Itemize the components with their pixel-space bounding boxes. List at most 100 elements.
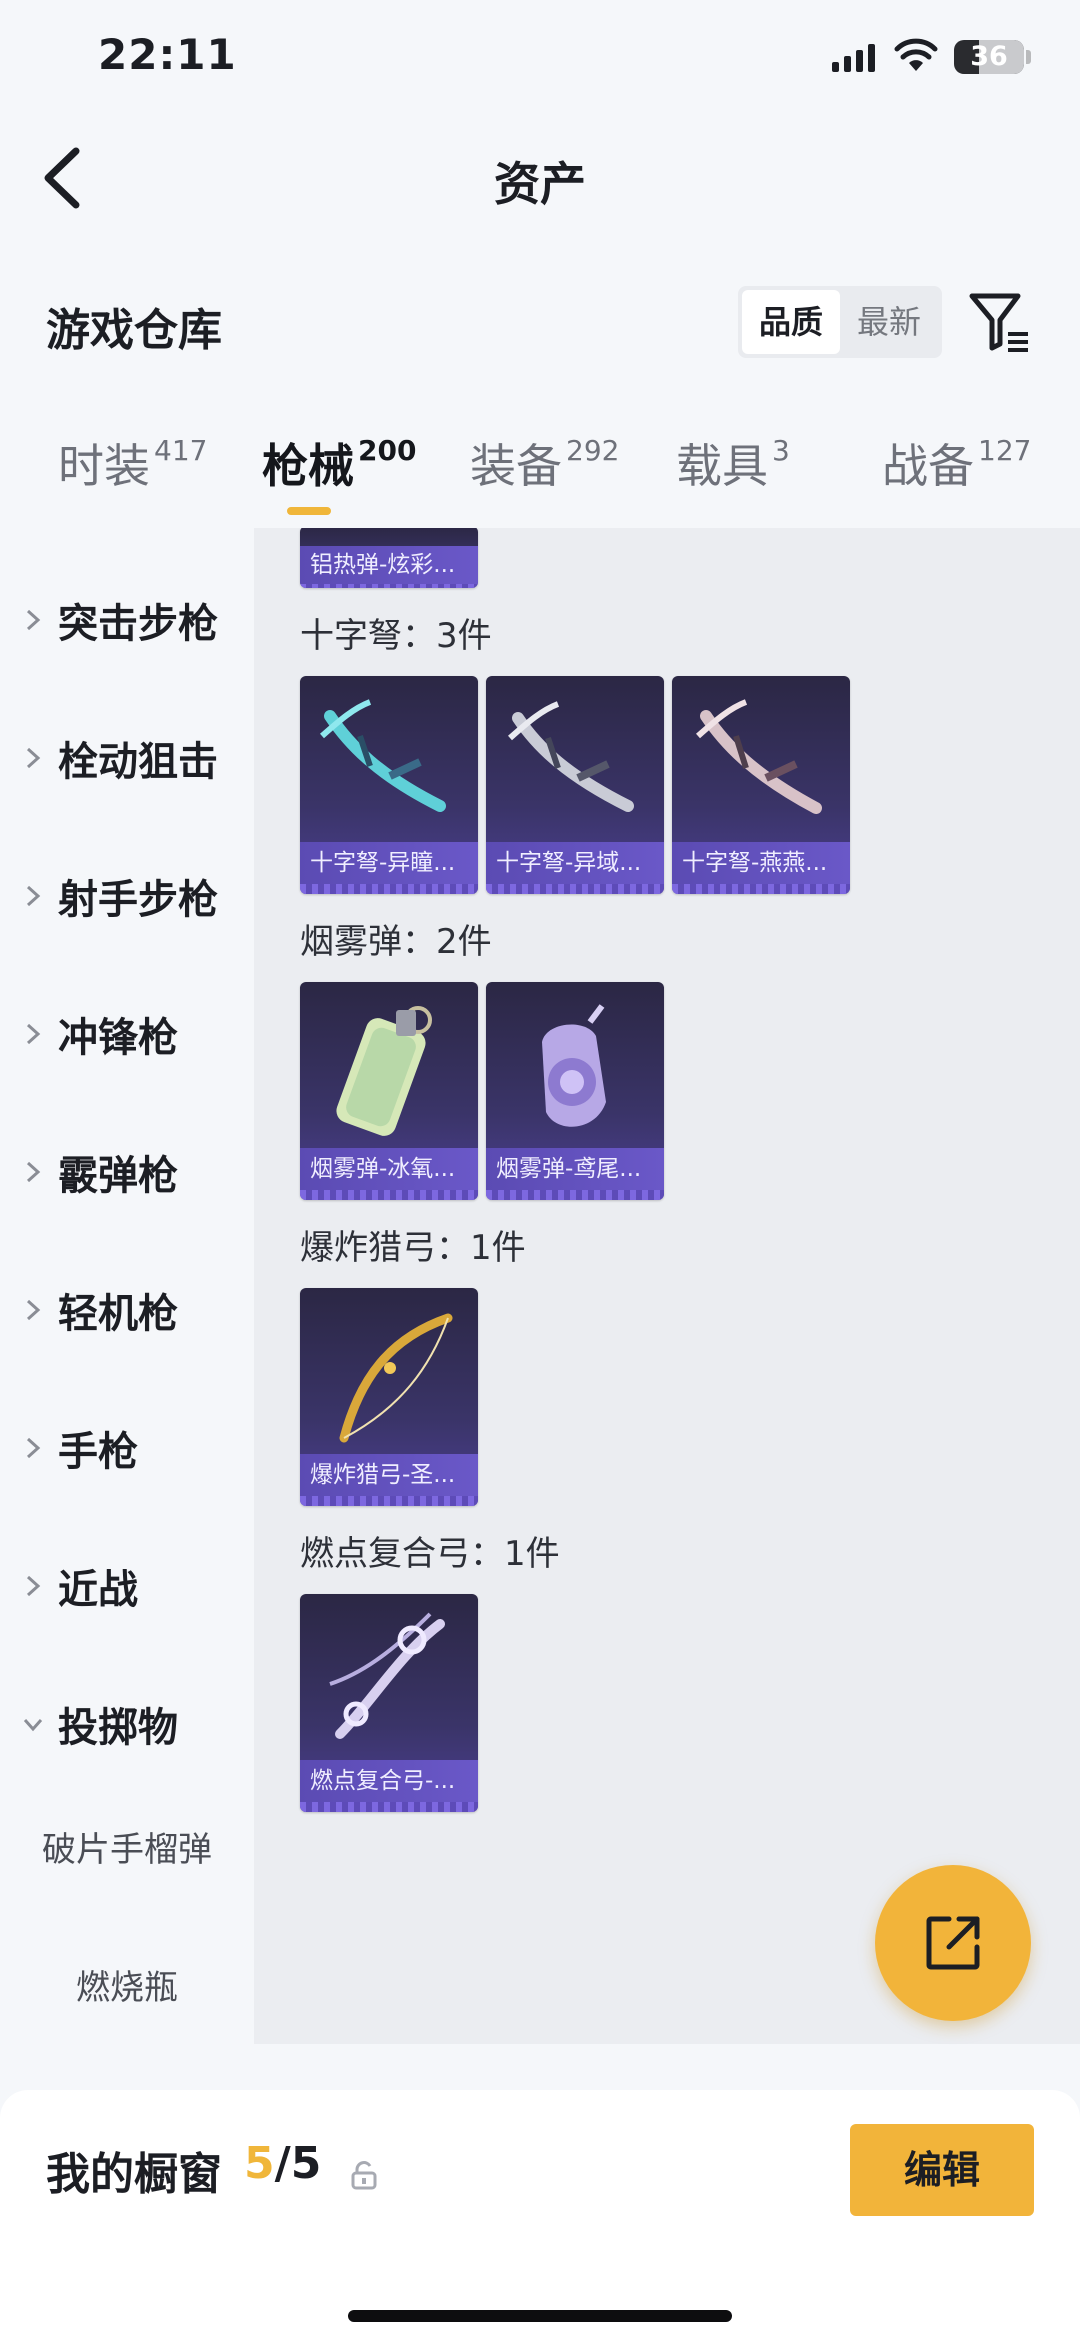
tab-equipment[interactable]: 装备 292 bbox=[470, 430, 619, 496]
item-card[interactable]: 烟雾弹-鸢尾... bbox=[486, 982, 664, 1200]
sidebar-subitem-frag-grenade[interactable]: 破片手榴弹 bbox=[0, 1822, 254, 1871]
battery-cap bbox=[1026, 50, 1031, 64]
tab-fashion[interactable]: 时装 417 bbox=[58, 430, 207, 496]
tab-count: 417 bbox=[154, 434, 208, 467]
crossbow-teal-art bbox=[320, 699, 446, 812]
sidebar-item-marksman-rifle[interactable]: 射手步枪 bbox=[0, 856, 254, 936]
sidebar-item-label: 突击步枪 bbox=[58, 601, 218, 647]
sidebar-item-label: 轻机枪 bbox=[58, 1291, 178, 1337]
sidebar-item-throwables[interactable]: 投掷物 bbox=[0, 1684, 254, 1764]
chevron-right-icon bbox=[26, 1299, 41, 1321]
share-icon bbox=[926, 1916, 980, 1970]
sidebar-item-label: 射手步枪 bbox=[58, 877, 218, 923]
lock-icon bbox=[351, 2161, 377, 2190]
tab-label: 载具 bbox=[676, 439, 768, 493]
showcase-bar: 我的橱窗 5/5 编辑 bbox=[0, 2090, 1080, 2339]
share-button[interactable] bbox=[875, 1865, 1031, 2021]
item-card-name: 十字弩-异瞳... bbox=[300, 842, 478, 884]
tab-label: 时装 bbox=[58, 439, 150, 493]
battery-icon: 36 bbox=[954, 40, 1024, 74]
chevron-right-icon bbox=[26, 747, 41, 769]
showcase-current: 5 bbox=[244, 2138, 275, 2189]
section-label-compound-bow: 燃点复合弓：1件 bbox=[300, 1534, 560, 1574]
item-card[interactable]: 燃点复合弓-... bbox=[300, 1594, 478, 1812]
crossbow-rose-art bbox=[696, 699, 822, 814]
showcase-total: /5 bbox=[274, 2138, 322, 2189]
sort-newest-option[interactable]: 最新 bbox=[840, 290, 938, 354]
rarity-strip bbox=[300, 884, 478, 894]
sidebar-item-shotgun[interactable]: 霰弹枪 bbox=[0, 1132, 254, 1212]
chevron-right-icon bbox=[26, 1023, 41, 1045]
rarity-strip bbox=[672, 884, 850, 894]
sidebar-item-smg[interactable]: 冲锋枪 bbox=[0, 994, 254, 1074]
crossbow-silver-art bbox=[508, 701, 634, 812]
wifi-icon bbox=[894, 38, 938, 71]
sort-quality-option[interactable]: 品质 bbox=[742, 290, 840, 354]
sidebar-item-label: 投掷物 bbox=[58, 1705, 178, 1751]
chevron-right-icon bbox=[26, 1161, 41, 1183]
tab-label: 装备 bbox=[470, 439, 562, 493]
edit-button[interactable]: 编辑 bbox=[850, 2124, 1034, 2216]
item-card-name: 烟雾弹-冰氧... bbox=[300, 1148, 478, 1190]
sort-toggle: 品质 最新 bbox=[738, 286, 942, 358]
sidebar-item-melee[interactable]: 近战 bbox=[0, 1546, 254, 1626]
item-card-name: 烟雾弹-鸢尾... bbox=[486, 1148, 664, 1190]
status-time: 22:11 bbox=[98, 30, 237, 79]
showcase-title: 我的橱窗 bbox=[46, 2149, 222, 2200]
rarity-strip bbox=[300, 1802, 478, 1812]
rarity-strip bbox=[486, 884, 664, 894]
tab-vehicles[interactable]: 载具 3 bbox=[676, 430, 790, 496]
sidebar-item-label: 栓动狙击 bbox=[58, 739, 218, 785]
tab-label: 战备 bbox=[882, 439, 974, 493]
item-card[interactable]: 十字弩-异瞳... bbox=[300, 676, 478, 894]
bow-gold-art bbox=[339, 1313, 453, 1443]
item-card-name: 爆炸猎弓-圣... bbox=[300, 1454, 478, 1496]
battery-level: 36 bbox=[970, 41, 1008, 72]
rarity-strip bbox=[300, 584, 478, 588]
sidebar-item-label: 手枪 bbox=[58, 1429, 138, 1475]
sidebar-item-lmg[interactable]: 轻机枪 bbox=[0, 1270, 254, 1350]
sidebar-subitem-molotov[interactable]: 燃烧瓶 bbox=[0, 1960, 254, 2009]
rarity-strip bbox=[300, 1496, 478, 1506]
page-title: 资产 bbox=[494, 157, 586, 211]
item-card[interactable]: 爆炸猎弓-圣... bbox=[300, 1288, 478, 1506]
item-grid-panel: 铝热弹-炫彩... 十字弩：3件 十字弩-异瞳... 十字弩-异域... 十字弩… bbox=[254, 528, 1080, 2044]
tab-count: 127 bbox=[978, 434, 1032, 467]
item-card-name: 十字弩-燕燕... bbox=[672, 842, 850, 884]
active-tab-indicator bbox=[287, 507, 331, 515]
sidebar-item-assault-rifle[interactable]: 突击步枪 bbox=[0, 580, 254, 660]
section-label-crossbow: 十字弩：3件 bbox=[300, 616, 492, 656]
chevron-right-icon bbox=[26, 1437, 41, 1459]
item-card[interactable]: 烟雾弹-冰氧... bbox=[300, 982, 478, 1200]
warehouse-title: 游戏仓库 bbox=[46, 305, 222, 356]
sidebar-item-pistol[interactable]: 手枪 bbox=[0, 1408, 254, 1488]
chevron-right-icon bbox=[26, 609, 41, 631]
tab-count: 3 bbox=[772, 434, 790, 467]
item-card-thermite[interactable]: 铝热弹-炫彩... bbox=[300, 528, 478, 588]
sidebar-item-label: 近战 bbox=[58, 1567, 138, 1613]
sidebar-item-label: 霰弹枪 bbox=[58, 1153, 178, 1199]
section-label-smoke: 烟雾弹：2件 bbox=[300, 922, 492, 962]
tab-combat-supplies[interactable]: 战备 127 bbox=[882, 430, 1031, 496]
item-card-name: 燃点复合弓-... bbox=[300, 1760, 478, 1802]
smoke-grenade-mint-art bbox=[336, 1006, 432, 1136]
item-card-name: 十字弩-异域... bbox=[486, 842, 664, 884]
rarity-strip bbox=[486, 1190, 664, 1200]
item-card-name: 铝热弹-炫彩... bbox=[300, 546, 478, 584]
item-card[interactable]: 十字弩-异域... bbox=[486, 676, 664, 894]
category-tabs: 时装 417 枪械 200 装备 292 载具 3 战备 127 bbox=[0, 430, 1080, 520]
compound-bow-lilac-art bbox=[329, 1612, 445, 1739]
chevron-down-icon bbox=[23, 1719, 43, 1732]
showcase-count: 5/5 bbox=[244, 2138, 321, 2189]
sidebar-item-label: 冲锋枪 bbox=[58, 1015, 178, 1061]
section-label-explosive-bow: 爆炸猎弓：1件 bbox=[300, 1228, 526, 1268]
tab-firearms[interactable]: 枪械 200 bbox=[262, 430, 416, 496]
filter-icon[interactable] bbox=[968, 290, 1032, 354]
sidebar-item-bolt-sniper[interactable]: 栓动狙击 bbox=[0, 718, 254, 798]
tab-count: 292 bbox=[566, 434, 620, 467]
rarity-strip bbox=[300, 1190, 478, 1200]
item-card[interactable]: 十字弩-燕燕... bbox=[672, 676, 850, 894]
home-indicator bbox=[348, 2310, 732, 2322]
status-bar: 22:11 36 bbox=[0, 0, 1080, 120]
weapon-category-sidebar: 突击步枪 栓动狙击 射手步枪 冲锋枪 霰弹枪 轻机枪 手枪 近战 投掷物 破片手… bbox=[0, 528, 254, 2044]
